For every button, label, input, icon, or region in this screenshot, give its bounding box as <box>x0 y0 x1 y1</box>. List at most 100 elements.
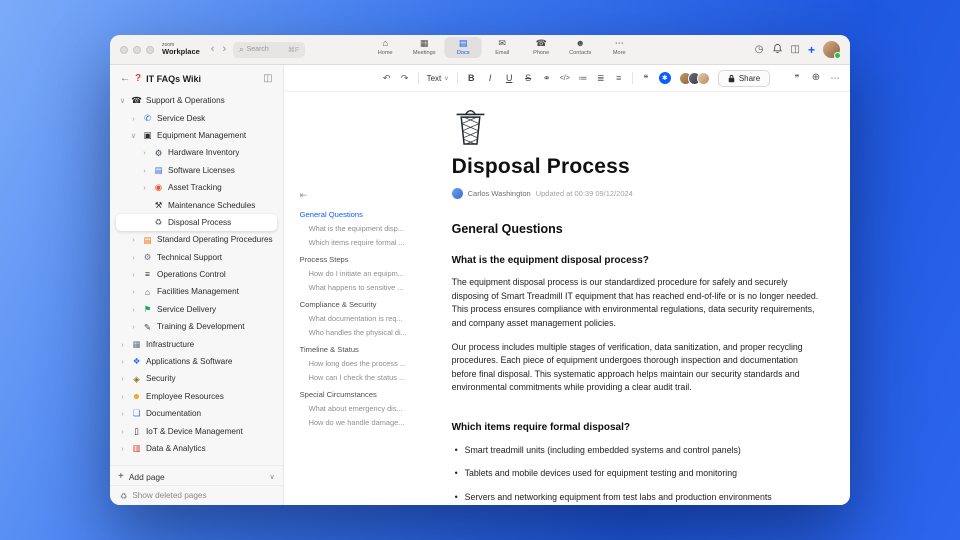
page-tree-item[interactable]: › ◈ Security <box>116 370 277 387</box>
show-deleted-pages-button[interactable]: ♻ Show deleted pages <box>110 485 283 505</box>
page-tree-item[interactable]: › ⚙ Hardware Inventory <box>116 144 277 161</box>
chevron-down-icon[interactable]: ∨ <box>269 473 274 481</box>
redo-icon[interactable]: ↷ <box>400 73 410 83</box>
page-tree-item[interactable]: › ▦ Infrastructure <box>116 335 277 352</box>
tree-chevron-icon[interactable]: › <box>118 427 127 436</box>
outline-entry[interactable]: Process Steps <box>300 255 436 264</box>
collaborator-avatar[interactable] <box>696 71 710 85</box>
page-tree-item[interactable]: › ▤ Standard Operating Procedures <box>116 231 277 248</box>
nav-forward-icon[interactable]: › <box>221 44 227 55</box>
tree-chevron-icon[interactable]: › <box>129 253 138 262</box>
page-tree-item[interactable]: › ⚑ Service Delivery <box>116 301 277 318</box>
outline-entry[interactable]: Special Circumstances <box>300 390 436 399</box>
collapse-sidebar-icon[interactable]: ◫ <box>263 73 272 84</box>
outline-entry[interactable]: What documentation is req... <box>300 314 436 323</box>
tree-chevron-icon[interactable]: ∨ <box>118 96 127 105</box>
page-tree-item[interactable]: › ▥ Data & Analytics <box>116 440 277 457</box>
tree-chevron-icon[interactable]: › <box>118 409 127 418</box>
outline-entry[interactable]: How long does the process ... <box>300 359 436 368</box>
page-tree-item[interactable]: › ▯ IoT & Device Management <box>116 422 277 439</box>
app-tab[interactable]: ⋯ More <box>601 37 638 58</box>
strikethrough-button[interactable]: S <box>523 73 534 83</box>
app-tab[interactable]: ▤ Docs <box>444 37 482 58</box>
back-arrow-icon[interactable]: ← <box>120 73 130 84</box>
page-tree-item[interactable]: ⚒ Maintenance Schedules <box>116 196 277 213</box>
outline-entry[interactable]: General Questions <box>300 210 436 219</box>
new-item-plus-icon[interactable]: + <box>808 43 815 57</box>
underline-button[interactable]: U <box>504 73 515 83</box>
code-icon[interactable]: </> <box>560 75 570 82</box>
page-tree-item[interactable]: › ⌂ Facilities Management <box>116 283 277 300</box>
app-tab[interactable]: ☻ Contacts <box>562 37 599 58</box>
tree-chevron-icon[interactable]: › <box>118 444 127 453</box>
history-icon[interactable]: ◷ <box>755 44 764 55</box>
add-comment-icon[interactable]: ❝ <box>641 73 651 83</box>
app-tab[interactable]: ✉ Email <box>484 37 521 58</box>
bold-button[interactable]: B <box>466 73 477 83</box>
tree-chevron-icon[interactable]: › <box>140 166 149 175</box>
tree-chevron-icon[interactable]: › <box>129 270 138 279</box>
page-tree-item[interactable]: › ⚙ Technical Support <box>116 249 277 266</box>
align-icon[interactable]: ≡ <box>614 73 624 83</box>
share-button[interactable]: Share <box>717 69 771 87</box>
page-tree-item[interactable]: ♻ Disposal Process <box>116 213 277 232</box>
outline-entry[interactable]: Timeline & Status <box>300 345 436 354</box>
app-tab[interactable]: ▦ Meetings <box>406 37 443 58</box>
page-tree-item[interactable]: › ✎ Training & Development <box>116 318 277 335</box>
outline-entry[interactable]: What happens to sensitive ... <box>300 283 436 292</box>
global-search-input[interactable]: ⌕ Search ⌘F <box>233 41 306 58</box>
globe-language-icon[interactable]: ⊕ <box>811 73 821 83</box>
ai-companion-icon[interactable]: ✱ <box>658 72 671 84</box>
outline-entry[interactable]: How do we handle damage... <box>300 418 436 427</box>
bulleted-list-icon[interactable]: ≔ <box>578 73 588 83</box>
page-tree-item[interactable]: › ▤ Software Licenses <box>116 162 277 179</box>
tree-chevron-icon[interactable]: › <box>129 305 138 314</box>
page-tree-item[interactable]: › ✆ Service Desk <box>116 109 277 126</box>
app-tab[interactable]: ⌂ Home <box>367 37 404 58</box>
zoom-window-button[interactable] <box>146 45 154 54</box>
minimize-window-button[interactable] <box>133 45 141 54</box>
tree-chevron-icon[interactable]: › <box>140 183 149 192</box>
link-icon[interactable]: ⚭ <box>542 73 552 83</box>
page-tree-item[interactable]: ∨ ☎ Support & Operations <box>116 92 277 109</box>
italic-button[interactable]: I <box>485 73 496 83</box>
tree-chevron-icon[interactable]: › <box>129 114 138 123</box>
undo-icon[interactable]: ↶ <box>382 73 392 83</box>
app-tab[interactable]: ☎ Phone <box>523 37 560 58</box>
tree-chevron-icon[interactable]: › <box>129 235 138 244</box>
page-tree-item[interactable]: › ☻ Employee Resources <box>116 388 277 405</box>
text-style-dropdown[interactable]: Text ∨ <box>427 74 449 83</box>
tree-chevron-icon[interactable]: › <box>118 340 127 349</box>
outline-entry[interactable]: Compliance & Security <box>300 300 436 309</box>
outline-entry[interactable]: How can I check the status ... <box>300 373 436 382</box>
user-avatar[interactable] <box>823 41 841 59</box>
outline-entry[interactable]: How do I initiate an equipm... <box>300 269 436 278</box>
tree-chevron-icon[interactable]: › <box>129 287 138 296</box>
close-window-button[interactable] <box>120 45 128 54</box>
outline-entry[interactable]: Who handles the physical di... <box>300 328 436 337</box>
nav-back-icon[interactable]: ‹ <box>210 44 216 55</box>
page-emoji-icon: ▤ <box>143 234 152 245</box>
tree-chevron-icon[interactable]: › <box>140 148 149 157</box>
tree-chevron-icon[interactable]: › <box>118 374 127 383</box>
tree-chevron-icon[interactable]: ∨ <box>129 131 138 140</box>
collapse-outline-icon[interactable]: ⇤ <box>300 190 436 201</box>
page-tree-item[interactable]: › ≡ Operations Control <box>116 266 277 283</box>
page-tree-item[interactable]: › ❖ Applications & Software <box>116 353 277 370</box>
page-tree-item[interactable]: › ◉ Asset Tracking <box>116 179 277 196</box>
outline-entry[interactable]: What about emergency dis... <box>300 404 436 413</box>
outline-entry[interactable]: What is the equipment disp... <box>300 224 436 233</box>
checklist-icon[interactable]: ≣ <box>596 73 606 83</box>
comments-panel-icon[interactable]: ❞ <box>792 73 802 83</box>
page-tree-item[interactable]: › ❏ Documentation <box>116 405 277 422</box>
notifications-bell-icon[interactable] <box>772 41 783 59</box>
outline-entry[interactable]: Which items require formal ... <box>300 238 436 247</box>
more-options-icon[interactable]: ⋯ <box>830 73 840 83</box>
tree-chevron-icon[interactable]: › <box>129 322 138 331</box>
add-page-button[interactable]: + Add page ∨ <box>116 468 277 485</box>
tree-chevron-icon[interactable]: › <box>118 392 127 401</box>
tree-chevron-icon[interactable]: › <box>118 357 127 366</box>
sidebar-toggle-icon[interactable]: ◫ <box>791 44 800 55</box>
document-pane[interactable]: Disposal Process Carlos Washington Updat… <box>444 92 850 505</box>
page-tree-item[interactable]: ∨ ▣ Equipment Management <box>116 127 277 144</box>
